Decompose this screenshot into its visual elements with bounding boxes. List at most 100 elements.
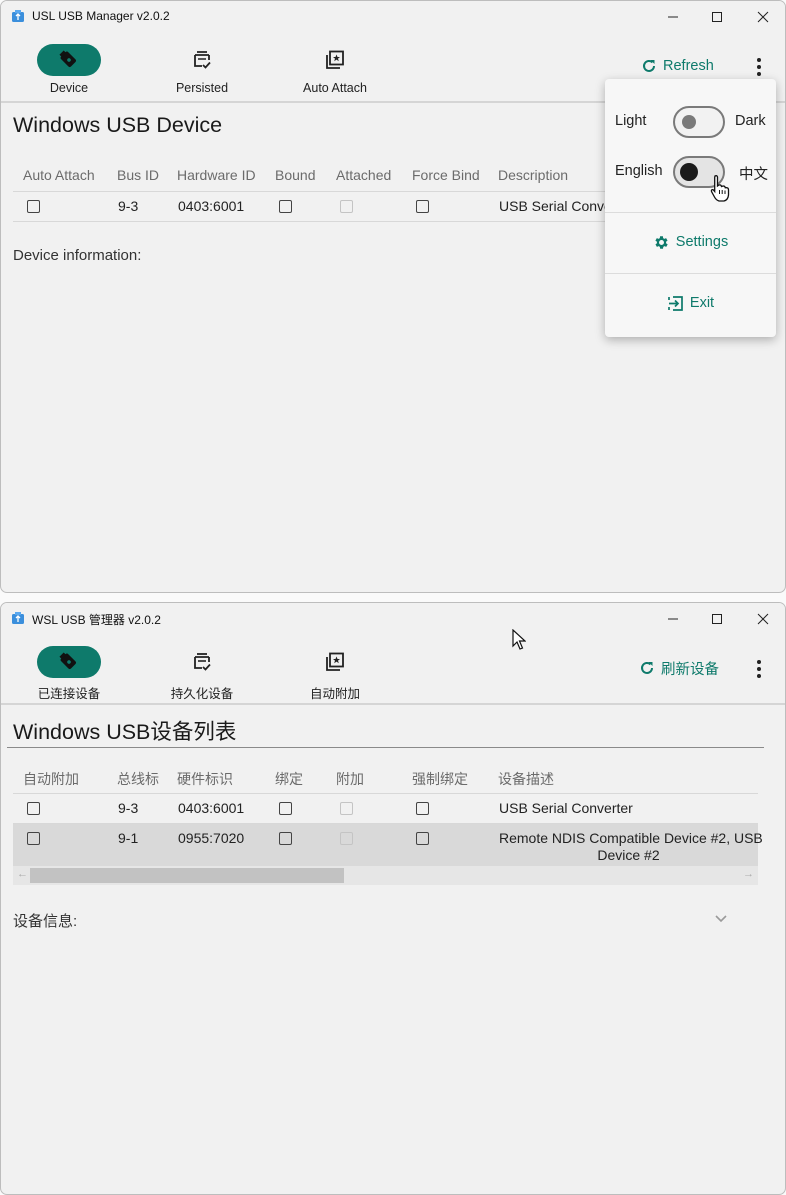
page-title: Windows USB设备列表 <box>13 720 237 744</box>
close-button[interactable] <box>740 603 785 634</box>
force-bind-checkbox[interactable] <box>416 802 429 815</box>
minimize-button[interactable] <box>650 1 696 32</box>
column-header[interactable]: 绑定 <box>275 769 303 789</box>
description-line: Device #2 <box>597 847 660 863</box>
table-row-selected[interactable]: 9-1 0955:7020 Remote NDIS Compatible Dev… <box>13 824 763 867</box>
title-underline <box>7 747 764 748</box>
more-menu-button[interactable] <box>749 657 769 681</box>
column-header[interactable]: 设备描述 <box>498 769 554 789</box>
column-header[interactable]: 硬件标识 <box>177 769 233 789</box>
hardware-id-cell: 0403:6001 <box>178 198 245 214</box>
settings-label: Settings <box>675 234 729 250</box>
column-header[interactable]: Description <box>498 167 568 183</box>
minimize-icon <box>668 618 678 619</box>
minimize-icon <box>668 16 678 17</box>
nav-device[interactable]: 已连接设备 <box>9 641 129 703</box>
exit-button[interactable]: Exit <box>605 289 776 317</box>
nav-device-label: Device <box>49 81 89 95</box>
attached-checkbox <box>340 802 353 815</box>
refresh-icon <box>643 59 655 72</box>
more-menu-button[interactable] <box>749 55 769 79</box>
bound-checkbox[interactable] <box>279 802 292 815</box>
bound-checkbox[interactable] <box>279 832 292 845</box>
refresh-icon <box>641 661 653 674</box>
column-header[interactable]: 强制绑定 <box>412 769 468 789</box>
nav-device-label: 已连接设备 <box>37 687 101 701</box>
chinese-window: WSL USB 管理器 v2.0.2 已连接设备 持久化设备 自动附加 刷新设备… <box>0 602 786 1195</box>
scroll-left-icon[interactable]: ← <box>17 868 28 880</box>
chevron-down-icon[interactable] <box>714 914 728 924</box>
column-header[interactable]: Bound <box>275 167 315 183</box>
nav-auto-attach[interactable]: Auto Attach <box>275 39 395 101</box>
refresh-button[interactable]: 刷新设备 <box>639 655 719 681</box>
attached-checkbox <box>340 832 353 845</box>
table-row[interactable]: 9-3 0403:6001 USB Serial Converter <box>13 794 758 824</box>
column-header[interactable]: 附加 <box>336 769 364 789</box>
close-icon <box>757 613 769 624</box>
column-header[interactable]: Auto Attach <box>23 167 95 183</box>
nav-auto-attach-label: Auto Attach <box>303 81 367 95</box>
nav-persisted-label: 持久化设备 <box>170 687 234 701</box>
toggle-knob <box>680 163 698 181</box>
refresh-label: Refresh <box>663 58 714 74</box>
title-bar[interactable]: WSL USB 管理器 v2.0.2 <box>1 603 785 634</box>
minimize-button[interactable] <box>650 603 696 634</box>
nav-device[interactable]: Device <box>9 39 129 101</box>
column-header[interactable]: 总线标 <box>117 769 159 789</box>
column-header[interactable]: Attached <box>336 167 391 183</box>
close-button[interactable] <box>740 1 785 32</box>
description-cell: Remote NDIS Compatible Device #2, USB De… <box>499 830 763 864</box>
description-line: Remote NDIS Compatible Device #2, USB <box>499 830 763 846</box>
bus-id-cell: 9-1 <box>118 830 139 846</box>
theme-toggle[interactable] <box>673 106 725 138</box>
scrollbar-thumb[interactable] <box>30 868 344 883</box>
maximize-icon <box>712 613 722 624</box>
more-vertical-icon <box>757 58 761 76</box>
language-english-label: English <box>615 163 663 179</box>
horizontal-scrollbar[interactable]: ← → <box>13 866 758 885</box>
nav-device-indicator <box>37 646 101 678</box>
settings-button[interactable]: Settings <box>605 228 776 256</box>
language-chinese-label: 中文 <box>739 167 768 183</box>
options-menu: Light Dark English 中文 Settings Exit <box>605 79 776 337</box>
force-bind-checkbox[interactable] <box>416 200 429 213</box>
nav-auto-attach[interactable]: 自动附加 <box>275 641 395 703</box>
force-bind-checkbox[interactable] <box>416 832 429 845</box>
auto-attach-checkbox[interactable] <box>27 832 40 845</box>
scroll-right-icon[interactable]: → <box>743 868 754 880</box>
refresh-button[interactable]: Refresh <box>641 53 714 79</box>
refresh-label: 刷新设备 <box>661 661 719 678</box>
hardware-id-cell: 0403:6001 <box>178 800 245 816</box>
hand-cursor-icon <box>710 175 730 202</box>
column-header[interactable]: Hardware ID <box>177 167 256 183</box>
menu-divider <box>605 212 776 213</box>
maximize-button[interactable] <box>694 1 740 32</box>
usb-drive-icon <box>59 50 76 67</box>
column-header[interactable]: Force Bind <box>412 167 480 183</box>
column-header[interactable]: 自动附加 <box>23 769 79 789</box>
hardware-id-cell: 0955:7020 <box>178 830 245 846</box>
exit-label: Exit <box>689 295 715 311</box>
nav-auto-attach-label: 自动附加 <box>309 687 360 701</box>
device-info-label: Device information: <box>13 247 142 264</box>
auto-attach-checkbox[interactable] <box>27 802 40 815</box>
device-table: 自动附加 总线标 硬件标识 绑定 附加 强制绑定 设备描述 9-3 0403:6… <box>13 763 763 867</box>
title-bar[interactable]: USL USB Manager v2.0.2 <box>1 1 785 32</box>
table-row[interactable]: 9-3 0403:6001 USB Serial Conve <box>13 192 613 222</box>
persisted-icon <box>194 51 211 69</box>
auto-attach-checkbox[interactable] <box>27 200 40 213</box>
nav-persisted-label: Persisted <box>175 81 229 95</box>
device-info-label: 设备信息: <box>13 913 78 930</box>
nav-persisted[interactable]: 持久化设备 <box>142 641 262 703</box>
auto-attach-icon <box>326 652 344 671</box>
usb-drive-icon <box>59 652 76 669</box>
app-icon <box>12 10 24 22</box>
column-header[interactable]: Bus ID <box>117 167 159 183</box>
nav-persisted[interactable]: Persisted <box>142 39 262 101</box>
menu-divider <box>605 273 776 274</box>
maximize-button[interactable] <box>694 603 740 634</box>
more-vertical-icon <box>757 660 761 678</box>
toggle-knob <box>682 115 696 129</box>
bus-id-cell: 9-3 <box>118 198 139 214</box>
bound-checkbox[interactable] <box>279 200 292 213</box>
